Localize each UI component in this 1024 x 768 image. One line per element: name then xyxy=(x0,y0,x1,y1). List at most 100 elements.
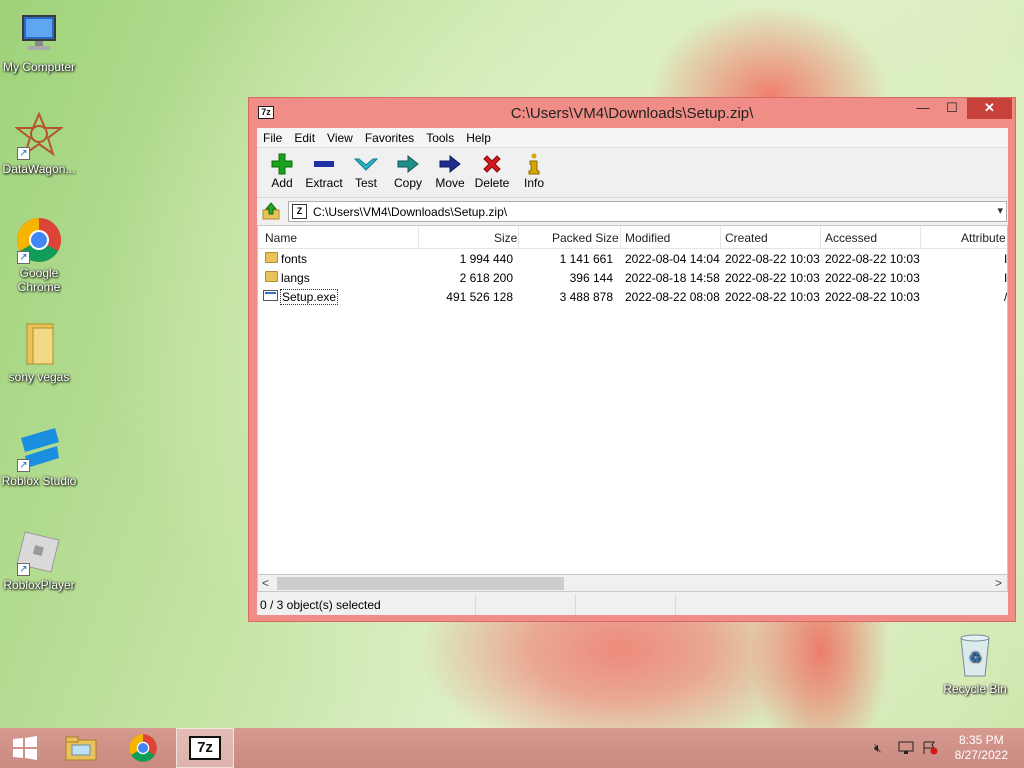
desktop-icon-label: Roblox Studio xyxy=(1,474,77,488)
desktop-icon-label: RobloxPlayer xyxy=(3,578,75,592)
minimize-button[interactable]: — xyxy=(909,98,937,119)
test-label: Test xyxy=(354,176,377,190)
address-bar[interactable]: Z C:\Users\VM4\Downloads\Setup.zip\ ▾ xyxy=(288,201,1007,222)
executable-file-icon xyxy=(263,290,278,301)
info-button[interactable]: Info xyxy=(513,152,555,190)
row-accessed: 2022-08-22 10:03 xyxy=(825,271,920,285)
system-clock[interactable]: 8:35 PM 8/27/2022 xyxy=(955,733,1008,763)
file-list[interactable]: Name Size Packed Size Modified Created A… xyxy=(257,225,1008,575)
table-row[interactable]: langs 2 618 200 396 144 2022-08-18 14:58… xyxy=(258,268,1007,287)
address-text: C:\Users\VM4\Downloads\Setup.zip\ xyxy=(313,205,508,219)
desktop-icon-sony-vegas[interactable]: sony vegas xyxy=(0,320,78,384)
taskbar-file-explorer[interactable] xyxy=(52,728,110,768)
chrome-icon xyxy=(129,734,157,762)
svg-text:♻: ♻ xyxy=(969,650,982,666)
status-bar: 0 / 3 object(s) selected xyxy=(257,594,1008,615)
row-accessed: 2022-08-22 10:03 xyxy=(825,290,920,304)
scrollbar-thumb[interactable] xyxy=(277,577,564,590)
minus-icon xyxy=(303,152,345,176)
seven-zip-taskbar-icon: 7z xyxy=(189,736,221,760)
chevron-right-icon[interactable]: > xyxy=(995,576,1002,590)
taskbar-seven-zip[interactable]: 7z xyxy=(176,728,234,768)
add-button[interactable]: Add xyxy=(261,152,303,190)
row-size: 1 994 440 xyxy=(459,252,513,266)
plus-icon xyxy=(261,152,303,176)
desktop-icon-datawagon[interactable]: ↗ DataWagon... xyxy=(0,111,78,176)
move-arrow-icon xyxy=(429,152,471,176)
row-modified: 2022-08-04 14:04 xyxy=(625,252,720,266)
desktop-icon-roblox-player[interactable]: ↗ RobloxPlayer xyxy=(0,528,78,592)
column-header-created[interactable]: Created xyxy=(725,231,768,245)
row-name: Setup.exe xyxy=(280,289,339,305)
taskbar-chrome[interactable] xyxy=(114,728,172,768)
status-text: 0 / 3 object(s) selected xyxy=(260,598,381,612)
toolbar: Add Extract Test Copy Move Delete Info xyxy=(257,148,1008,198)
shortcut-arrow-icon: ↗ xyxy=(17,147,30,160)
row-attributes: I xyxy=(1004,252,1008,266)
horizontal-scrollbar[interactable]: < > xyxy=(257,575,1008,592)
delete-label: Delete xyxy=(474,176,510,190)
copy-button[interactable]: Copy xyxy=(387,152,429,190)
column-header-attributes[interactable]: Attribute xyxy=(961,231,1006,245)
shortcut-arrow-icon: ↗ xyxy=(17,459,30,472)
menu-help[interactable]: Help xyxy=(460,131,497,145)
taskbar: 7z 🔇︎ 8:35 PM 8/27/2022 xyxy=(0,728,1024,768)
column-header-packed-size[interactable]: Packed Size xyxy=(552,231,619,245)
row-name: langs xyxy=(281,271,310,285)
test-button[interactable]: Test xyxy=(345,152,387,190)
row-attributes: I xyxy=(1004,271,1008,285)
row-modified: 2022-08-18 14:58 xyxy=(625,271,720,285)
volume-muted-icon[interactable]: 🔇︎ xyxy=(874,741,882,756)
desktop-icon-my-computer[interactable]: My Computer xyxy=(0,10,78,74)
desktop-icon-label: sony vegas xyxy=(8,370,70,384)
info-icon xyxy=(513,152,555,176)
folder-icon xyxy=(265,271,278,282)
row-packed-size: 1 141 661 xyxy=(559,252,613,266)
roblox-studio-icon: ↗ xyxy=(15,424,63,472)
chevron-down-icon[interactable]: ▾ xyxy=(997,204,1003,217)
window-client: File Edit View Favorites Tools Help Add … xyxy=(257,128,1008,615)
clock-time: 8:35 PM xyxy=(958,733,1004,747)
start-button[interactable] xyxy=(0,728,50,768)
column-header-modified[interactable]: Modified xyxy=(625,231,670,245)
windows-logo-icon xyxy=(13,736,37,760)
move-button[interactable]: Move xyxy=(429,152,471,190)
menu-bar: File Edit View Favorites Tools Help xyxy=(257,128,1008,148)
column-header-accessed[interactable]: Accessed xyxy=(825,231,877,245)
action-center-flag-icon[interactable] xyxy=(922,741,938,758)
row-attributes: / xyxy=(1004,290,1008,304)
column-header-size[interactable]: Size xyxy=(494,231,517,245)
address-row: Z C:\Users\VM4\Downloads\Setup.zip\ ▾ xyxy=(257,198,1008,224)
menu-view[interactable]: View xyxy=(321,131,359,145)
delete-x-icon xyxy=(471,152,513,176)
move-label: Move xyxy=(435,176,465,190)
extract-button[interactable]: Extract xyxy=(303,152,345,190)
folder-icon xyxy=(265,252,278,263)
computer-icon xyxy=(15,10,63,58)
column-header-name[interactable]: Name xyxy=(265,231,297,245)
roblox-player-icon: ↗ xyxy=(15,528,63,576)
close-button[interactable]: ✕ xyxy=(967,98,1012,119)
table-row[interactable]: fonts 1 994 440 1 141 661 2022-08-04 14:… xyxy=(258,249,1007,268)
up-folder-button[interactable] xyxy=(261,202,281,220)
delete-button[interactable]: Delete xyxy=(471,152,513,190)
title-bar[interactable]: 7z C:\Users\VM4\Downloads\Setup.zip\ — ☐… xyxy=(249,98,1015,128)
chrome-icon: ↗ xyxy=(15,216,63,264)
row-created: 2022-08-22 10:03 xyxy=(725,271,820,285)
menu-tools[interactable]: Tools xyxy=(420,131,460,145)
desktop-icon-roblox-studio[interactable]: ↗ Roblox Studio xyxy=(0,424,78,488)
desktop-icon-label: DataWagon... xyxy=(2,162,76,176)
desktop-icon-recycle-bin[interactable]: ♻ Recycle Bin xyxy=(936,632,1014,696)
network-icon[interactable] xyxy=(898,741,914,758)
list-header: Name Size Packed Size Modified Created A… xyxy=(258,226,1007,249)
menu-file[interactable]: File xyxy=(257,131,288,145)
table-row[interactable]: Setup.exe 491 526 128 3 488 878 2022-08-… xyxy=(258,287,1007,306)
row-created: 2022-08-22 10:03 xyxy=(725,290,820,304)
menu-favorites[interactable]: Favorites xyxy=(359,131,420,145)
chevron-left-icon[interactable]: < xyxy=(262,576,269,590)
up-arrow-icon xyxy=(262,202,280,220)
add-label: Add xyxy=(271,176,293,190)
desktop-icon-google-chrome[interactable]: ↗ Google Chrome xyxy=(0,216,78,294)
menu-edit[interactable]: Edit xyxy=(288,131,321,145)
maximize-button[interactable]: ☐ xyxy=(938,98,966,119)
